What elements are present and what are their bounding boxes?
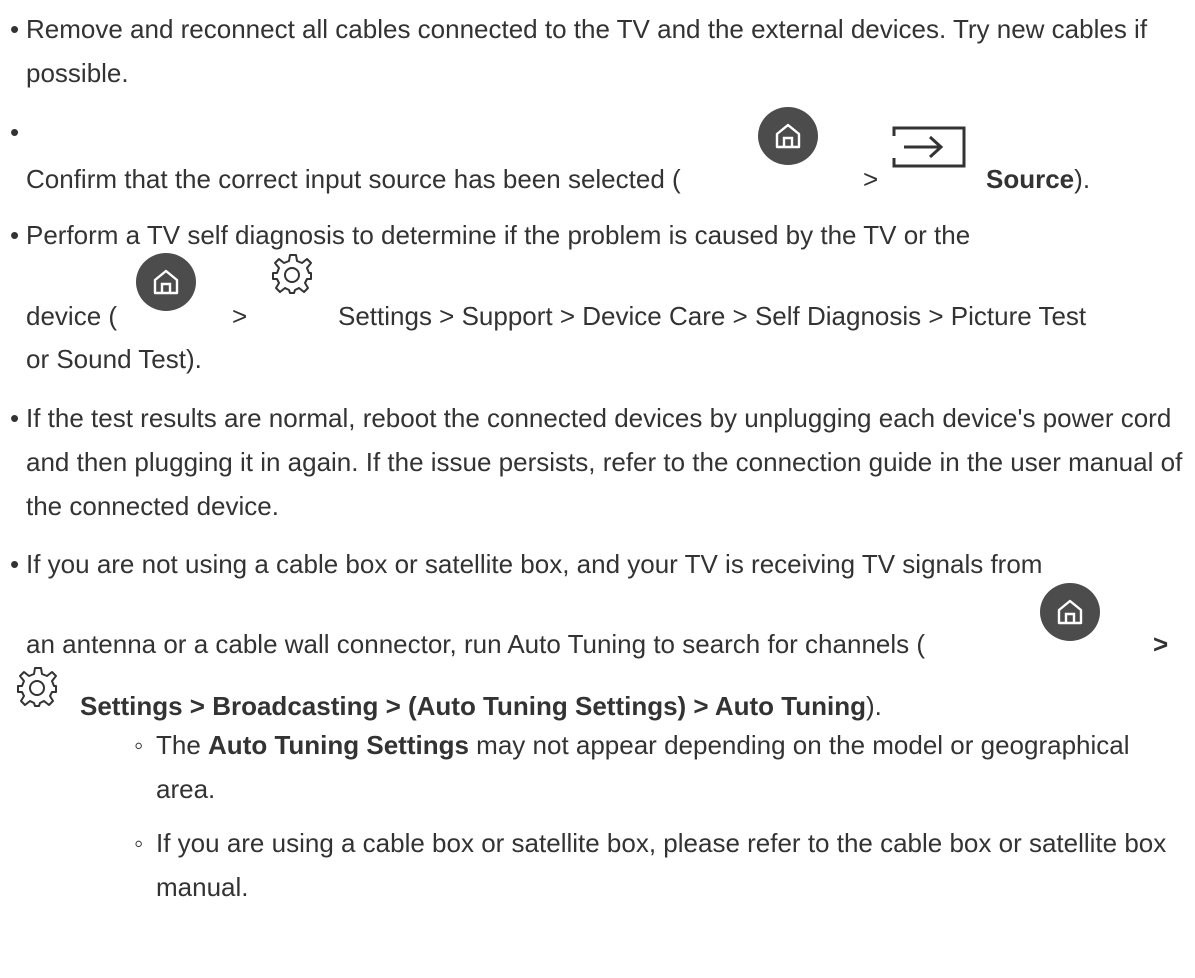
- item-line: Source).: [986, 157, 1090, 201]
- bullet: •: [10, 549, 20, 579]
- settings-gear-icon: [17, 665, 59, 707]
- item-line: device (: [26, 294, 117, 338]
- home-icon: [1040, 583, 1100, 641]
- list-item-self-diagnosis: • Perform a TV self diagnosis to determi…: [10, 213, 1188, 383]
- list-item-reconnect-cables: • Remove and reconnect all cables connec…: [10, 7, 1188, 97]
- settings-gear-icon: [272, 252, 314, 294]
- auto-tuning-settings-label: Auto Tuning Settings: [208, 730, 469, 760]
- item-text: an antenna or a cable wall connector, ru…: [26, 629, 926, 659]
- item-text: Perform a TV self diagnosis to determine…: [26, 220, 971, 250]
- bullet: •: [10, 117, 20, 147]
- source-input-icon: [890, 126, 968, 170]
- source-label: Source: [986, 164, 1075, 194]
- separator: >: [863, 164, 879, 194]
- item-text: or Sound Test).: [26, 344, 202, 374]
- item-line: Settings > Support > Device Care > Self …: [338, 294, 1086, 338]
- item-line: Perform a TV self diagnosis to determine…: [26, 213, 970, 257]
- item-text: If the test results are normal, reboot t…: [26, 403, 1183, 521]
- home-icon: [136, 253, 196, 311]
- item-line: or Sound Test).: [26, 337, 202, 381]
- item-line: an antenna or a cable wall connector, ru…: [26, 622, 925, 666]
- item-text: Confirm that the correct input source ha…: [26, 164, 681, 194]
- bullet: •: [10, 14, 20, 44]
- list-item-reboot-devices: • If the test results are normal, reboot…: [10, 396, 1188, 536]
- item-text: Remove and reconnect all cables connecte…: [26, 14, 1148, 88]
- item-line: If you are not using a cable box or sate…: [26, 542, 1042, 586]
- sub-list-item-auto-tuning-note: ◦ The Auto Tuning Settings may not appea…: [134, 723, 1174, 813]
- separator: >: [232, 301, 248, 331]
- item-text: If you are using a cable box or satellit…: [156, 828, 1167, 902]
- sub-bullet: ◦: [134, 730, 144, 760]
- item-line: Confirm that the correct input source ha…: [26, 157, 681, 201]
- close-paren: ).: [1074, 164, 1091, 194]
- text-before: The: [156, 730, 209, 760]
- sub-list-item-cable-box-note: ◦ If you are using a cable box or satell…: [134, 821, 1174, 911]
- list-item-confirm-source: • Confirm that the correct input source …: [10, 107, 1188, 210]
- separator: >: [1153, 629, 1169, 659]
- home-icon: [758, 107, 818, 165]
- item-text: device (: [26, 301, 118, 331]
- close-paren: ).: [866, 691, 882, 721]
- item-text: The Auto Tuning Settings may not appear …: [156, 723, 1174, 811]
- item-text: If you are not using a cable box or sate…: [26, 549, 1043, 579]
- bullet: •: [10, 403, 20, 433]
- settings-path: Settings > Broadcasting > (Auto Tuning S…: [80, 691, 866, 721]
- item-line: Settings > Broadcasting > (Auto Tuning S…: [80, 684, 882, 728]
- item-text: Settings > Support > Device Care > Self …: [338, 301, 1087, 331]
- bullet: •: [10, 220, 20, 250]
- troubleshooting-document: • Remove and reconnect all cables connec…: [0, 0, 1195, 978]
- sub-bullet: ◦: [134, 828, 144, 858]
